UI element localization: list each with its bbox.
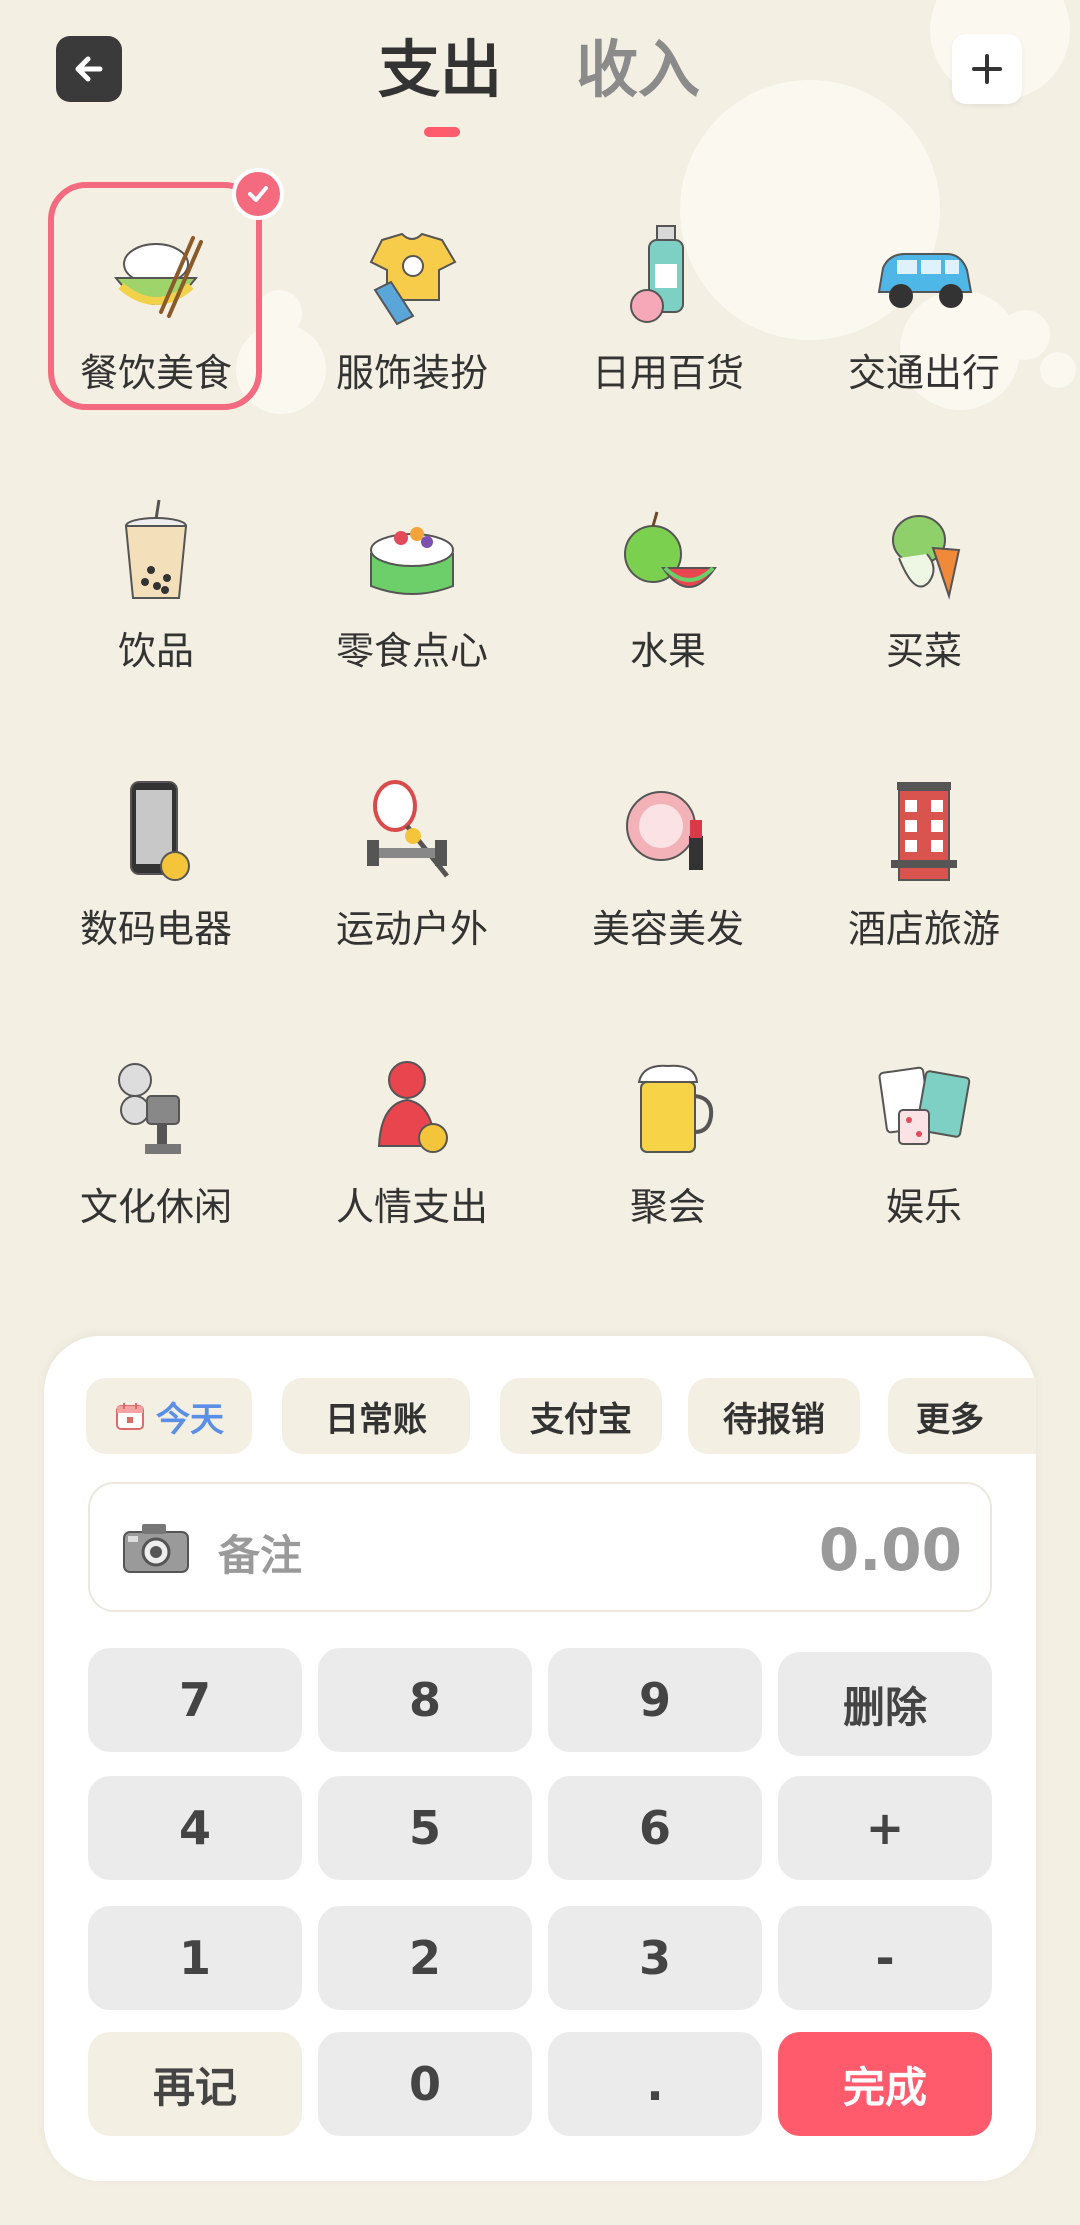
vegetable-icon [892, 515, 961, 600]
check-badge [232, 168, 284, 220]
category-item[interactable]: 零食点心 [284, 474, 540, 694]
rice-bowl-icon [113, 236, 203, 318]
film-projector-icon [118, 1063, 181, 1154]
category-item[interactable]: 数码电器 [28, 752, 284, 972]
tshirt-icon [369, 232, 457, 326]
date-chip-label: 今天 [156, 1399, 224, 1440]
active-tab-indicator [424, 127, 460, 137]
category-item[interactable]: 美容美发 [540, 752, 796, 972]
plus-icon [972, 54, 1002, 84]
key-4[interactable]: 4 [88, 1776, 302, 1880]
key-3[interactable]: 3 [548, 1906, 762, 2010]
category-item[interactable]: 买菜 [796, 474, 1052, 694]
category-label: 日用百货 [591, 351, 744, 395]
more-chip[interactable]: 更多 [888, 1378, 1036, 1454]
key-6[interactable]: 6 [548, 1776, 762, 1880]
check-icon [248, 186, 268, 202]
category-label: 运动户外 [335, 907, 488, 951]
account-chip[interactable]: 支付宝 [500, 1378, 662, 1454]
decimal-key[interactable]: . [548, 2032, 762, 2136]
category-item[interactable]: 交通出行 [796, 196, 1052, 416]
amount-display: 0.00 [818, 1516, 962, 1584]
phone-icon [130, 781, 190, 881]
category-label: 美容美发 [591, 907, 744, 951]
tab-income[interactable]: 收入 [576, 30, 700, 110]
beer-icon [637, 1064, 714, 1153]
category-label: 买菜 [885, 629, 962, 673]
category-label: 数码电器 [79, 907, 232, 951]
key-2[interactable]: 2 [318, 1906, 532, 2010]
category-label: 人情支出 [335, 1185, 488, 1229]
person-money-icon [377, 1061, 448, 1153]
category-item[interactable]: 水果 [540, 474, 796, 694]
key-1[interactable]: 1 [88, 1906, 302, 2010]
add-category-button[interactable] [952, 34, 1022, 104]
ledger-chip[interactable]: 日常账 [282, 1378, 470, 1454]
category-item[interactable]: 娱乐 [796, 1030, 1052, 1250]
date-chip[interactable]: 今天 [86, 1378, 252, 1454]
arrow-left-icon [75, 56, 103, 82]
record-again-key[interactable]: 再记 [88, 2032, 302, 2136]
category-item[interactable]: 餐饮美食 [28, 168, 284, 416]
bubble-tea-icon [124, 499, 188, 599]
tab-expense[interactable]: 支出 [378, 30, 502, 110]
category-label: 零食点心 [335, 629, 488, 673]
category-item[interactable]: 日用百货 [540, 196, 796, 416]
entry-panel: 今天 日常账 支付宝 待报销 更多 备注 0.00 7 8 9 删除 4 5 6… [44, 1336, 1036, 2181]
camera-icon[interactable] [120, 1520, 192, 1576]
category-label: 酒店旅游 [847, 907, 1000, 951]
category-item[interactable]: 服饰装扮 [284, 196, 540, 416]
category-label: 聚会 [629, 1185, 706, 1229]
back-button[interactable] [56, 36, 122, 102]
category-item[interactable]: 人情支出 [284, 1030, 540, 1250]
key-0[interactable]: 0 [318, 2032, 532, 2136]
category-label: 交通出行 [847, 351, 1000, 395]
key-7[interactable]: 7 [88, 1648, 302, 1752]
category-label: 娱乐 [885, 1185, 962, 1229]
category-label: 文化休闲 [79, 1185, 232, 1229]
note-amount-row: 备注 0.00 [88, 1482, 992, 1612]
key-8[interactable]: 8 [318, 1648, 532, 1752]
category-label: 饮品 [117, 629, 194, 673]
category-label: 餐饮美食 [79, 351, 232, 395]
makeup-icon [626, 791, 703, 870]
cake-icon [370, 527, 454, 595]
category-label: 服饰装扮 [335, 351, 488, 395]
category-item[interactable]: 运动户外 [284, 752, 540, 972]
delete-key[interactable]: 删除 [778, 1652, 992, 1756]
category-label: 水果 [629, 629, 706, 673]
racket-icon [367, 780, 449, 878]
hotel-icon [891, 782, 957, 881]
minus-key[interactable]: - [778, 1906, 992, 2010]
calendar-icon [116, 1403, 144, 1430]
playing-cards-icon [878, 1066, 971, 1145]
category-item[interactable]: 酒店旅游 [796, 752, 1052, 972]
category-item[interactable]: 文化休闲 [28, 1030, 284, 1250]
done-button[interactable]: 完成 [778, 2032, 992, 2136]
key-9[interactable]: 9 [548, 1648, 762, 1752]
lotion-bottle-icon [630, 225, 684, 323]
category-item[interactable]: 聚会 [540, 1030, 796, 1250]
car-icon [877, 253, 973, 308]
key-5[interactable]: 5 [318, 1776, 532, 1880]
category-item[interactable]: 饮品 [28, 474, 284, 694]
reimburse-chip[interactable]: 待报销 [688, 1378, 860, 1454]
plus-key[interactable]: + [778, 1776, 992, 1880]
fruit-icon [624, 511, 717, 588]
note-input[interactable]: 备注 [218, 1522, 302, 1583]
